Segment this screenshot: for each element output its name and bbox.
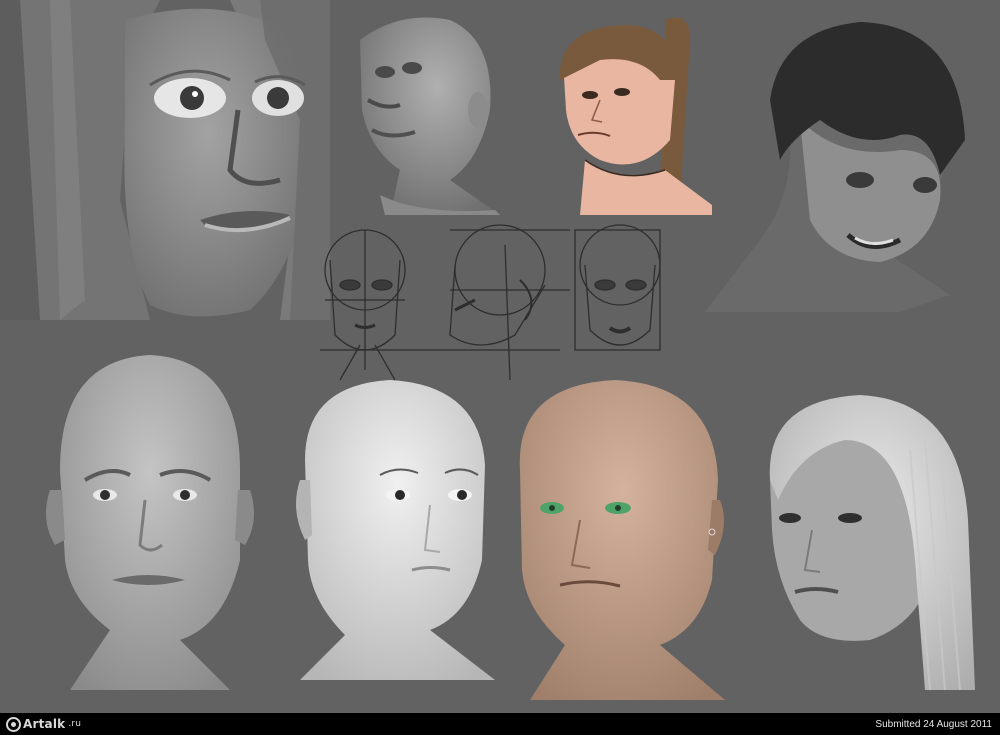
logo-text: Artalk: [23, 717, 66, 731]
footer-bar: Artalk .ru Submitted 24 August 2011: [0, 713, 1000, 735]
site-logo[interactable]: Artalk .ru: [6, 716, 82, 732]
ponytail-girl-sketch: [560, 17, 712, 215]
bald-head-three-quarter-up: [360, 17, 500, 215]
bald-head-tan-green-eyes: [519, 380, 725, 700]
dark-hair-boy-smiling: [705, 22, 965, 312]
submitted-date: Submitted 24 August 2011: [875, 718, 992, 730]
bald-female-head-light: [296, 380, 495, 680]
logo-circle-icon: [6, 716, 21, 732]
white-hair-female-head: [769, 395, 975, 691]
head-construction-front-2: [574, 224, 661, 351]
head-construction-side: [320, 224, 570, 381]
bald-male-head-front: [46, 355, 254, 690]
logo-suffix: .ru: [68, 719, 82, 729]
head-construction-front: [324, 229, 406, 381]
large-female-face-closeup: [0, 0, 330, 320]
artwork-canvas: [0, 0, 1000, 713]
